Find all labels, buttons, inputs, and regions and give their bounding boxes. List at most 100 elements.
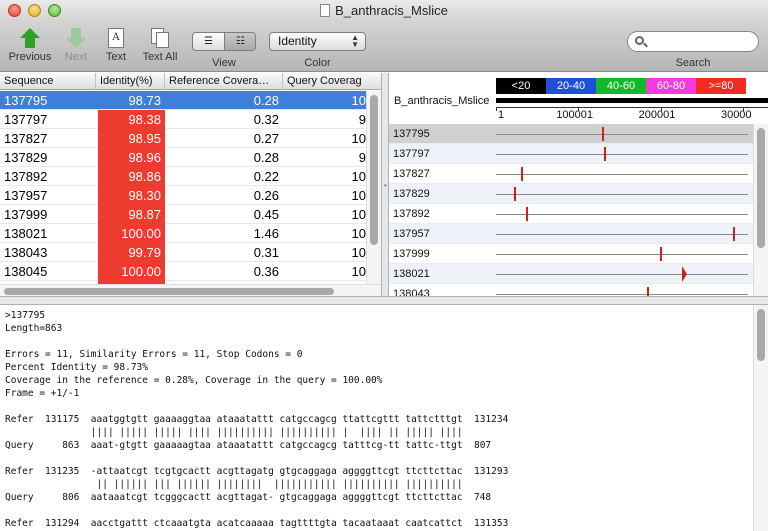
- cell-reference-coverage: 0.36: [253, 264, 279, 279]
- vertical-split-handle[interactable]: •: [382, 73, 389, 296]
- cell-identity: 98.96: [98, 148, 165, 167]
- table-row[interactable]: 137892 98.86 0.22 10: [0, 167, 366, 186]
- genome-row-label: 137999: [393, 248, 430, 260]
- col-header-reference-coverage[interactable]: Reference Covera…: [165, 73, 283, 90]
- search-label: Search: [675, 57, 711, 69]
- hit-marker[interactable]: [604, 147, 607, 161]
- detail-vertical-thumb[interactable]: [757, 309, 765, 361]
- table-header: Sequence Identity(%) Reference Covera… Q…: [0, 73, 381, 90]
- previous-label: Previous: [8, 51, 52, 63]
- genome-row-label: 137797: [393, 148, 430, 160]
- genome-row-track: [496, 194, 748, 195]
- genome-row-track: [496, 234, 748, 235]
- genome-row-label: 138043: [393, 288, 430, 296]
- previous-button[interactable]: Previous: [8, 28, 52, 63]
- cell-query-coverage: 9: [358, 112, 366, 127]
- genome-row[interactable]: 137827: [389, 164, 753, 184]
- genome-row-track: [496, 254, 748, 255]
- genome-row-track: [496, 174, 748, 175]
- genome-row[interactable]: 138021: [389, 264, 753, 284]
- alignment-line: Refer 131175 aaatggtgtt gaaaaggtaa ataaa…: [5, 414, 509, 425]
- text-all-label: Text All: [142, 51, 178, 63]
- next-button[interactable]: Next: [56, 28, 96, 63]
- legend-item: >=80: [696, 78, 746, 94]
- cell-sequence: 137957: [4, 188, 48, 203]
- cell-reference-coverage: 0.27: [253, 131, 279, 146]
- hit-marker[interactable]: [521, 167, 524, 181]
- table-row[interactable]: 137957 98.30 0.26 10: [0, 186, 366, 205]
- alignment-line: Frame = +1/-1: [5, 388, 80, 399]
- genome-row-label: 138021: [393, 268, 430, 280]
- view-split-button[interactable]: ☷: [225, 33, 255, 50]
- hit-marker[interactable]: [601, 127, 604, 141]
- ruler-tick: [496, 107, 497, 111]
- genome-row[interactable]: 137829: [389, 184, 753, 204]
- hit-marker[interactable]: [659, 247, 662, 261]
- color-popup[interactable]: Identity ▲ ▼: [269, 32, 366, 51]
- next-arrow-stem: [71, 28, 81, 38]
- col-header-identity[interactable]: Identity(%): [96, 73, 165, 90]
- genome-row[interactable]: 137999: [389, 244, 753, 264]
- col-header-sequence[interactable]: Sequence: [0, 73, 96, 90]
- genome-row-label: 137892: [393, 208, 430, 220]
- previous-arrow-icon: [20, 28, 40, 38]
- cell-query-coverage: 10: [351, 245, 366, 260]
- text-button[interactable]: A Text: [100, 28, 132, 63]
- legend-item: 60-80: [646, 78, 696, 94]
- alignment-line: Refer 131294 aacctgattt ctcaaatgta acatc…: [5, 518, 509, 529]
- table-row[interactable]: 138021 100.00 1.46 10: [0, 224, 366, 243]
- genome-row[interactable]: 137892: [389, 204, 753, 224]
- cell-reference-coverage: 0.26: [253, 188, 279, 203]
- cell-identity: 98.30: [98, 186, 165, 205]
- search-field[interactable]: [627, 31, 759, 52]
- hit-marker[interactable]: [513, 187, 516, 201]
- genome-row-track: [496, 294, 748, 295]
- text-all-pages-icon: [149, 28, 171, 48]
- text-page-icon: A: [108, 28, 124, 48]
- table-horizontal-thumb[interactable]: [4, 288, 334, 295]
- cell-identity: 99.79: [98, 243, 165, 262]
- table-row[interactable]: 138043 99.79 0.31 10: [0, 243, 366, 262]
- hit-marker[interactable]: [732, 227, 735, 241]
- table-row[interactable]: 137795 98.73 0.28 10: [0, 91, 366, 110]
- table-row[interactable]: 137797 98.38 0.32 9: [0, 110, 366, 129]
- cell-query-coverage: 10: [351, 169, 366, 184]
- cell-sequence: 137999: [4, 207, 48, 222]
- table-horizontal-scrollbar[interactable]: [0, 284, 381, 296]
- table-row[interactable]: 138045 100.00 0.36 10: [0, 262, 366, 281]
- window-title: B_anthracis_Mslice: [335, 3, 448, 18]
- genome-bar: [496, 98, 768, 103]
- horizontal-split-handle[interactable]: [0, 296, 768, 305]
- hit-marker[interactable]: [647, 287, 650, 296]
- alignment-line: || |||||| ||| |||||| |||||||| ||||||||||…: [5, 479, 463, 490]
- alignment-line: Length=863: [5, 323, 63, 334]
- genome-row[interactable]: 137957: [389, 224, 753, 244]
- table-vertical-thumb[interactable]: [370, 95, 378, 245]
- search-input[interactable]: [652, 34, 752, 49]
- hit-marker[interactable]: [682, 266, 688, 282]
- genome-row[interactable]: 137795: [389, 124, 753, 144]
- text-all-button[interactable]: Text All: [136, 28, 184, 63]
- cell-reference-coverage: 0.28: [253, 93, 279, 108]
- view-list-button[interactable]: ☰: [193, 33, 224, 50]
- genome-row-label: 137795: [393, 128, 430, 140]
- popup-chevron-icon: ▲ ▼: [351, 33, 359, 49]
- table-row[interactable]: 137999 98.87 0.45 10: [0, 205, 366, 224]
- detail-vertical-scrollbar[interactable]: [753, 305, 768, 531]
- cell-reference-coverage: 0.22: [253, 169, 279, 184]
- cell-sequence: 137829: [4, 150, 48, 165]
- hit-marker[interactable]: [526, 207, 529, 221]
- col-header-query-coverage[interactable]: Query Coverag: [283, 73, 381, 90]
- table-vertical-scrollbar[interactable]: [366, 91, 381, 284]
- genome-row[interactable]: 137797: [389, 144, 753, 164]
- genome-row-label: 137827: [393, 168, 430, 180]
- cell-reference-coverage: 0.45: [253, 207, 279, 222]
- next-label: Next: [64, 51, 88, 63]
- cell-query-coverage: 10: [351, 93, 366, 108]
- genome-row[interactable]: 138043: [389, 284, 753, 296]
- alignment-detail-pane: >137795 Length=863 Errors = 11, Similarity…: [0, 305, 768, 531]
- table-row[interactable]: 137827 98.95 0.27 10: [0, 129, 366, 148]
- graph-vertical-thumb[interactable]: [757, 128, 765, 248]
- table-row[interactable]: 137829 98.96 0.28 9: [0, 148, 366, 167]
- graph-vertical-scrollbar[interactable]: [753, 124, 768, 296]
